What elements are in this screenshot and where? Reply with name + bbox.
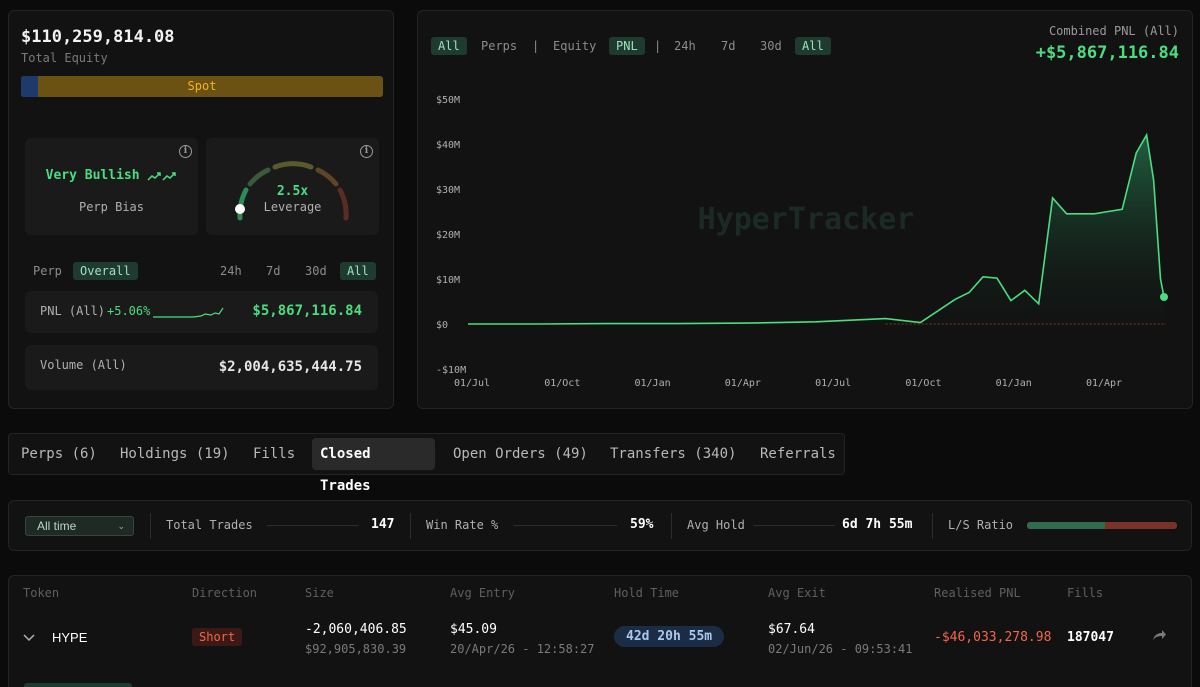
tab-referrals[interactable]: Referrals: [752, 434, 844, 474]
total-trades-label: Total Trades: [166, 518, 253, 532]
total-equity-value: $110,259,814.08: [21, 27, 175, 47]
info-icon[interactable]: i: [179, 145, 192, 158]
perp-bias-label: Perp Bias: [78, 200, 145, 214]
tab-bar: Perps (6) Holdings (19) Fills Closed Tra…: [8, 433, 845, 494]
divider: [671, 513, 672, 539]
divider: [410, 513, 411, 539]
ls-ratio-bar: [1027, 522, 1177, 529]
volume-stat-card: Volume (All) $2,004,635,444.75: [25, 345, 378, 390]
pnl-stat-card: PNL (All) +5.06% $5,867,116.84: [25, 291, 378, 333]
x-tick-label: 01/Jul: [815, 378, 851, 389]
perp-bias-card: i Very Bullish Perp Bias: [25, 138, 198, 235]
divider: [753, 525, 835, 526]
tab-fills[interactable]: Fills: [245, 434, 303, 474]
leverage-label: Leverage: [263, 200, 322, 214]
avg-exit-price: $67.64: [768, 622, 815, 637]
share-icon[interactable]: [1151, 628, 1167, 642]
realised-pnl: -$46,033,278.98: [934, 630, 1052, 645]
pnl-chart-panel: All Perps | Equity PNL | 24h 7d 30d All …: [417, 10, 1193, 409]
y-tick-label: $50M: [436, 95, 460, 106]
tab-perps[interactable]: Perps (6): [13, 434, 105, 474]
pnl-stat-percent: +5.06%: [107, 304, 151, 318]
volume-stat-label: Volume (All): [40, 358, 127, 372]
tab-holdings[interactable]: Holdings (19): [112, 434, 238, 474]
x-tick-label: 01/Apr: [725, 378, 761, 389]
ls-ratio-long-segment: [1027, 522, 1105, 529]
ls-ratio-label: L/S Ratio: [948, 518, 1014, 532]
column-header-size: Size: [305, 586, 334, 600]
chevron-down-icon: ⌄: [117, 521, 125, 531]
entry-timestamp: 20/Apr/26 - 12:58:27: [450, 642, 595, 656]
column-header-direction: Direction: [192, 586, 258, 600]
column-header-fills: Fills: [1067, 586, 1104, 600]
perp-bias-text: Very Bullish: [45, 168, 140, 183]
x-tick-label: 01/Jul: [454, 378, 490, 389]
trending-up-icon: [147, 171, 177, 181]
win-rate-value: 59%: [630, 517, 654, 532]
period-all-chip[interactable]: All: [340, 262, 376, 280]
account-panel: $110,259,814.08 Total Equity Spot i Very…: [8, 10, 394, 409]
divider: [267, 525, 359, 526]
total-equity-label: Total Equity: [21, 51, 108, 65]
volume-stat-value: $2,004,635,444.75: [218, 359, 362, 375]
y-tick-label: $20M: [436, 230, 460, 241]
tab-closed-trades[interactable]: Closed Trades: [312, 438, 435, 494]
leverage-card: i 2.5x Leverage: [206, 138, 379, 235]
token-name[interactable]: HYPE: [52, 630, 87, 645]
direction-badge: Short: [192, 628, 243, 646]
watermark-text: HyperTracker: [698, 202, 915, 237]
pnl-sparkline: [153, 307, 224, 318]
column-header-hold-time: Hold Time: [614, 586, 680, 600]
period-24h-chip[interactable]: 24h: [213, 262, 249, 280]
column-header-avg-entry: Avg Entry: [450, 586, 516, 600]
hold-time-badge: 42d 20h 55m: [614, 626, 725, 647]
perp-filter-label[interactable]: Perp: [33, 264, 62, 278]
avg-hold-label: Avg Hold: [687, 518, 745, 532]
time-range-value: All time: [37, 519, 77, 533]
divider: [150, 513, 151, 539]
y-tick-label: $40M: [436, 140, 460, 151]
tab-open-orders[interactable]: Open Orders (49): [445, 434, 596, 474]
trade-size-usd: $92,905,830.39: [305, 642, 407, 656]
period-7d-chip[interactable]: 7d: [259, 262, 287, 280]
leverage-value: 2.5x: [276, 184, 309, 199]
x-tick-label: 01/Jan: [635, 378, 671, 389]
avg-hold-value: 6d 7h 55m: [842, 517, 913, 532]
pnl-last-point: [1160, 293, 1168, 301]
avg-entry-price: $45.09: [450, 622, 497, 637]
chevron-down-icon[interactable]: [22, 632, 36, 642]
x-tick-label: 01/Apr: [1086, 378, 1122, 389]
trades-summary-bar: All time ⌄ Total Trades 147 Win Rate % 5…: [8, 500, 1192, 551]
total-trades-value: 147: [371, 517, 395, 532]
x-tick-label: 01/Oct: [905, 378, 941, 389]
info-icon[interactable]: i: [360, 145, 373, 158]
time-range-select[interactable]: All time ⌄: [25, 516, 134, 536]
column-header-token: Token: [23, 586, 60, 600]
divider: [932, 513, 933, 539]
exit-timestamp: 02/Jun/26 - 09:53:41: [768, 642, 913, 656]
pnl-chart[interactable]: HyperTracker $50M $40M $30M $20M $10M $0 -$10M 0…: [418, 11, 1194, 410]
x-tick-label: 01/Oct: [544, 378, 580, 389]
fills-count: 187047: [1067, 630, 1114, 645]
x-tick-label: 01/Jan: [996, 378, 1032, 389]
column-header-realised-pnl: Realised PNL: [934, 586, 1021, 600]
trade-size: -2,060,406.85: [305, 622, 407, 637]
spot-allocation-label: Spot: [187, 79, 217, 93]
y-tick-label: $30M: [436, 185, 460, 196]
perp-bias-value: Very Bullish: [25, 168, 198, 183]
period-30d-chip[interactable]: 30d: [298, 262, 334, 280]
y-tick-label: $10M: [436, 275, 460, 286]
allocation-bar: Spot: [21, 76, 383, 97]
divider: [513, 525, 617, 526]
pnl-stat-value: $5,867,116.84: [252, 303, 362, 319]
win-rate-label: Win Rate %: [426, 518, 499, 532]
overall-filter-chip[interactable]: Overall: [73, 262, 138, 280]
next-row-badge: [24, 683, 132, 687]
y-tick-label: $0: [436, 320, 448, 331]
column-header-avg-exit: Avg Exit: [768, 586, 826, 600]
pnl-stat-label: PNL (All): [40, 304, 106, 318]
y-tick-label: -$10M: [436, 365, 466, 376]
tab-transfers[interactable]: Transfers (340): [602, 434, 744, 474]
